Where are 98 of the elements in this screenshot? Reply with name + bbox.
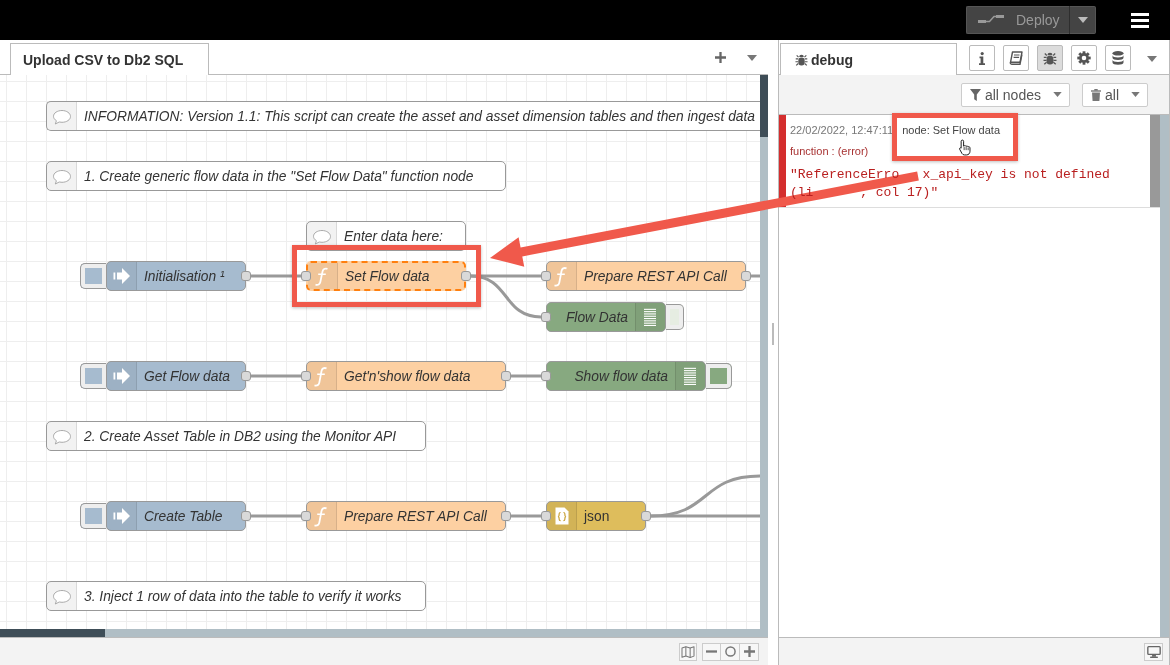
filter-icon <box>969 88 981 101</box>
hand-cursor-icon <box>958 139 972 156</box>
inject-node[interactable]: Initialisation ¹ <box>106 261 246 291</box>
function-icon <box>308 263 338 289</box>
gear-icon <box>1077 51 1091 65</box>
input-port[interactable] <box>301 271 311 281</box>
plus-icon <box>743 646 755 657</box>
bug-icon <box>795 53 808 66</box>
list-icon <box>675 362 705 390</box>
plus-icon[interactable] <box>715 52 726 63</box>
output-port[interactable] <box>241 511 251 521</box>
zoom-out-button[interactable] <box>702 642 721 661</box>
inject-button[interactable] <box>80 503 106 529</box>
menu-icon[interactable] <box>1131 12 1149 28</box>
inject-button[interactable] <box>80 263 106 289</box>
output-port[interactable] <box>241 271 251 281</box>
scrollbar-thumb[interactable] <box>1150 115 1160 207</box>
caret-icon <box>1053 92 1062 97</box>
clear-button[interactable]: all <box>1082 82 1148 107</box>
output-port[interactable] <box>641 511 651 521</box>
list-icon <box>635 303 665 331</box>
scrollbar-thumb[interactable] <box>760 75 768 137</box>
message-source-text: function : (error) <box>790 145 869 158</box>
function-icon <box>307 362 337 390</box>
scrollbar-thumb[interactable] <box>0 629 105 637</box>
input-port[interactable] <box>301 371 311 381</box>
debug-toggle-button[interactable] <box>666 304 684 330</box>
minus-icon <box>706 650 717 653</box>
json-node[interactable]: json <box>546 501 646 531</box>
speech-bubble-icon <box>47 102 77 130</box>
function-node[interactable]: Prepare REST API Call <box>546 261 746 291</box>
function-node[interactable]: Get'n'show flow data <box>306 361 506 391</box>
caret-icon <box>1131 92 1140 97</box>
node-link[interactable]: node: Set Flow data <box>902 124 1000 137</box>
zoom-in-button[interactable] <box>740 642 759 661</box>
input-port[interactable] <box>301 511 311 521</box>
zoom-reset-button[interactable] <box>721 642 740 661</box>
trash-icon <box>1091 88 1101 101</box>
comment-node[interactable]: 3. Inject 1 row of data into the table to verify it works <box>46 581 426 611</box>
function-node[interactable]: Prepare REST API Call <box>306 501 506 531</box>
debug-toggle-button[interactable] <box>706 363 732 389</box>
wire <box>251 514 301 518</box>
monitor-icon <box>1146 645 1161 658</box>
flow-tab[interactable]: Upload CSV to Db2 SQL <box>10 43 209 75</box>
comment-node[interactable]: 2. Create Asset Table in DB2 using the Monitor API <box>46 421 426 451</box>
inject-node[interactable]: Create Table <box>106 501 246 531</box>
error-message-text: x_api_key is not defined <box>922 166 1110 184</box>
caret-icon[interactable] <box>747 54 757 61</box>
function-icon <box>307 502 337 530</box>
book-icon <box>1009 51 1023 65</box>
inject-node[interactable]: Get Flow data <box>106 361 246 391</box>
monitor-button[interactable] <box>1144 642 1163 661</box>
debug-node[interactable]: Show flow data <box>546 361 706 391</box>
speech-bubble-icon <box>47 422 77 450</box>
function-icon <box>547 262 577 290</box>
map-icon <box>681 645 695 658</box>
splitter-handle[interactable] <box>772 323 774 345</box>
function-node[interactable]: Set Flow data <box>306 261 466 291</box>
wire <box>511 374 541 378</box>
output-port[interactable] <box>241 371 251 381</box>
caret-icon <box>1077 17 1088 23</box>
bug-button[interactable] <box>1037 45 1063 71</box>
input-port[interactable] <box>541 371 551 381</box>
output-port[interactable] <box>501 371 511 381</box>
document-icon <box>547 502 577 530</box>
output-port[interactable] <box>741 271 751 281</box>
bug-icon <box>1043 51 1057 65</box>
input-port[interactable] <box>541 511 551 521</box>
input-port[interactable] <box>541 312 551 322</box>
filter-button[interactable]: all nodes <box>960 82 1070 107</box>
book-button[interactable] <box>1003 45 1029 71</box>
sidebar-tab[interactable]: debug <box>780 43 957 75</box>
info-button[interactable] <box>969 45 995 71</box>
comment-node[interactable]: 1. Create generic flow data in the "Set Flow Data" function node <box>46 161 506 191</box>
circle-icon <box>724 646 736 657</box>
deploy-menu-button[interactable] <box>1070 6 1096 34</box>
wire <box>751 274 760 278</box>
info-icon <box>979 51 985 65</box>
caret-icon[interactable] <box>1147 56 1157 62</box>
error-message-text: "ReferenceErro <box>790 166 900 184</box>
wire <box>511 514 541 518</box>
wire <box>251 374 301 378</box>
timestamp-text: 22/02/2022, 12:47:11 <box>790 124 894 137</box>
map-button[interactable] <box>679 642 697 661</box>
settings-button[interactable] <box>1071 45 1097 71</box>
error-message-text: , col 17)" <box>860 184 939 202</box>
database-button[interactable] <box>1105 45 1131 71</box>
output-port[interactable] <box>461 271 471 281</box>
speech-bubble-icon <box>47 582 77 610</box>
database-icon <box>1112 51 1124 65</box>
speech-bubble-icon <box>47 162 77 190</box>
debug-node[interactable]: Flow Data <box>546 302 666 332</box>
connected-nodes-icon <box>978 14 1004 26</box>
comment-node[interactable]: INFORMATION: Version 1.1: This script can create the asset and asset dimension tables and then ingest data <box>46 101 760 131</box>
inject-button[interactable] <box>80 363 106 389</box>
output-port[interactable] <box>501 511 511 521</box>
input-port[interactable] <box>541 271 551 281</box>
wire <box>251 274 301 278</box>
